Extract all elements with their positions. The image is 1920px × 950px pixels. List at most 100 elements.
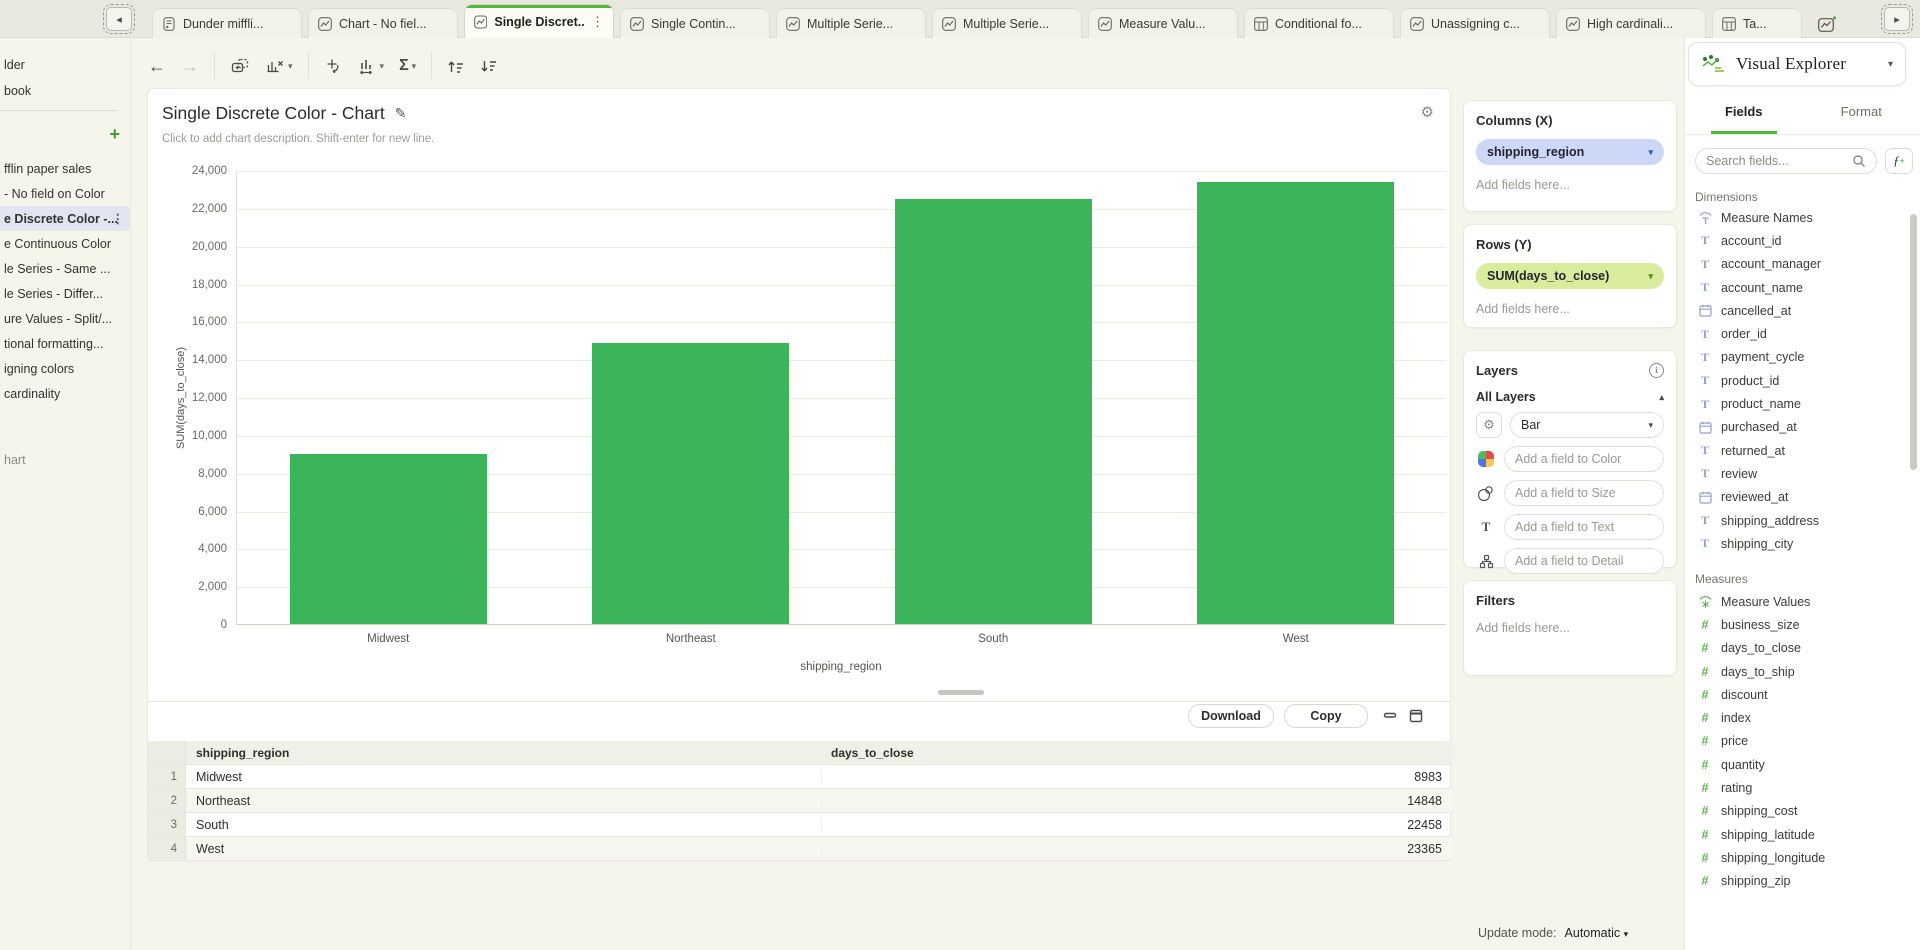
- clear-chart-button[interactable]: ▾: [265, 58, 293, 74]
- field-item-account_manager[interactable]: Taccount_manager: [1685, 253, 1909, 276]
- field-item-review[interactable]: Treview: [1685, 462, 1909, 485]
- field-item-price[interactable]: #price: [1685, 730, 1909, 753]
- field-item-purchased_at[interactable]: purchased_at: [1685, 416, 1909, 439]
- bar-midwest[interactable]: [290, 454, 487, 624]
- field-item-rating[interactable]: #rating: [1685, 776, 1909, 799]
- field-item-shipping_longitude[interactable]: #shipping_longitude: [1685, 846, 1909, 869]
- field-item-shipping_cost[interactable]: #shipping_cost: [1685, 800, 1909, 823]
- duplicate-chart-button[interactable]: [230, 57, 250, 75]
- field-item-quantity[interactable]: #quantity: [1685, 753, 1909, 776]
- bar-northeast[interactable]: [592, 343, 789, 624]
- rows-field-pill[interactable]: SUM(days_to_close) ▾: [1476, 263, 1664, 289]
- tab-multiple-serie[interactable]: Multiple Serie...: [776, 8, 926, 38]
- sort-descending-button[interactable]: [480, 59, 498, 74]
- chart-type-select[interactable]: Bar ▾: [1510, 412, 1664, 438]
- tab-menu-kebab-icon[interactable]: ⋮: [591, 15, 604, 28]
- expand-results-icon[interactable]: [1408, 709, 1424, 723]
- sidebar-chart-item[interactable]: - No field on Color: [0, 181, 130, 206]
- undo-button[interactable]: ←: [148, 57, 166, 75]
- field-item-account_name[interactable]: Taccount_name: [1685, 276, 1909, 299]
- bar-size-button[interactable]: ▾: [357, 58, 385, 75]
- chart-title[interactable]: Single Discrete Color - Chart: [162, 103, 385, 124]
- chart-settings-gear-icon[interactable]: ⚙: [1421, 103, 1434, 121]
- field-item-days_to_ship[interactable]: #days_to_ship: [1685, 660, 1909, 683]
- columns-field-pill[interactable]: shipping_region ▾: [1476, 139, 1664, 165]
- tab-multiple-serie[interactable]: Multiple Serie...: [932, 8, 1082, 38]
- sidebar-chart-item[interactable]: ure Values - Split/...: [0, 306, 130, 331]
- sidebar-chart-item[interactable]: tional formatting...: [0, 331, 130, 356]
- add-field-to-color-dropzone[interactable]: Add a field to Color: [1504, 446, 1664, 472]
- search-fields-input[interactable]: Search fields...: [1695, 148, 1877, 174]
- tab-ta[interactable]: Ta...: [1712, 8, 1802, 38]
- field-item-payment_cycle[interactable]: Tpayment_cycle: [1685, 346, 1909, 369]
- expand-panel-button[interactable]: ▸: [1884, 7, 1910, 31]
- add-field-to-size-dropzone[interactable]: Add a field to Size: [1504, 480, 1664, 506]
- field-item-product_id[interactable]: Tproduct_id: [1685, 369, 1909, 392]
- sidebar-chart-item[interactable]: cardinality: [0, 381, 130, 406]
- tab-high-cardinali[interactable]: High cardinali...: [1556, 8, 1706, 38]
- redo-button[interactable]: →: [181, 57, 199, 75]
- tab-single-discret[interactable]: Single Discret...⋮: [464, 4, 614, 38]
- sidebar-item-kebab-icon[interactable]: ⋮: [112, 211, 125, 226]
- layer-settings-gear-icon[interactable]: ⚙: [1476, 412, 1502, 438]
- tab-conditional-fo[interactable]: Conditional fo...: [1244, 8, 1394, 38]
- sort-ascending-button[interactable]: [447, 59, 465, 74]
- add-chart-button[interactable]: +: [109, 124, 120, 145]
- bar-west[interactable]: [1197, 182, 1394, 624]
- field-item-business_size[interactable]: #business_size: [1685, 613, 1909, 636]
- table-row[interactable]: 1Midwest8983: [148, 765, 1452, 789]
- aggregate-button[interactable]: Σ ▾: [399, 57, 416, 75]
- tab-measure-valu[interactable]: Measure Valu...: [1088, 8, 1238, 38]
- field-item-shipping_zip[interactable]: #shipping_zip: [1685, 870, 1909, 893]
- update-mode-select[interactable]: Automatic ▾: [1565, 926, 1629, 940]
- sidebar-nav-item[interactable]: book: [0, 78, 130, 104]
- visual-explorer-menu[interactable]: Visual Explorer ▾: [1688, 42, 1906, 86]
- sidebar-chart-item[interactable]: le Series - Differ...: [0, 281, 130, 306]
- sidebar-chart-item[interactable]: e Continuous Color: [0, 231, 130, 256]
- field-item-returned_at[interactable]: Treturned_at: [1685, 439, 1909, 462]
- field-item-shipping_city[interactable]: Tshipping_city: [1685, 532, 1909, 555]
- table-row[interactable]: 4West23365: [148, 837, 1452, 861]
- sidebar-chart-item[interactable]: igning colors: [0, 356, 130, 381]
- field-item-measure-values[interactable]: Measure Values: [1685, 590, 1909, 613]
- add-field-to-text-dropzone[interactable]: Add a field to Text: [1504, 514, 1664, 540]
- field-item-account_id[interactable]: Taccount_id: [1685, 229, 1909, 252]
- collapse-sidebar-button[interactable]: ◂: [106, 7, 132, 31]
- tab-chart-no-fiel[interactable]: Chart - No fiel...: [308, 8, 458, 38]
- collapse-results-icon[interactable]: [1382, 709, 1398, 721]
- field-item-days_to_close[interactable]: #days_to_close: [1685, 637, 1909, 660]
- tab-unassigning-c[interactable]: Unassigning c...: [1400, 8, 1550, 38]
- download-button[interactable]: Download: [1188, 704, 1274, 728]
- sidebar-item-truncated[interactable]: hart: [0, 447, 130, 472]
- columns-add-fields-dropzone[interactable]: Add fields here...: [1476, 178, 1664, 192]
- rows-add-fields-dropzone[interactable]: Add fields here...: [1476, 302, 1664, 316]
- sidebar-chart-item[interactable]: fflin paper sales: [0, 156, 130, 181]
- column-header[interactable]: days_to_close: [821, 746, 1452, 760]
- new-calculated-field-button[interactable]: ƒ+: [1885, 148, 1913, 174]
- tab-fields[interactable]: Fields: [1685, 98, 1803, 134]
- sidebar-chart-item[interactable]: e Discrete Color -...⋮: [0, 206, 130, 231]
- tab-dunder-miffli[interactable]: Dunder miffli...: [152, 8, 302, 38]
- field-item-measure-names[interactable]: Measure Names: [1685, 206, 1909, 229]
- filters-add-fields-dropzone[interactable]: Add fields here...: [1476, 621, 1664, 635]
- all-layers-row[interactable]: All Layers ▴: [1476, 390, 1664, 404]
- info-icon[interactable]: i: [1649, 363, 1664, 378]
- add-field-to-detail-dropzone[interactable]: Add a field to Detail: [1504, 548, 1664, 574]
- bar-south[interactable]: [895, 199, 1092, 624]
- table-row[interactable]: 2Northeast14848: [148, 789, 1452, 813]
- table-row[interactable]: 3South22458: [148, 813, 1452, 837]
- sidebar-nav-item[interactable]: lder: [0, 52, 130, 78]
- column-header[interactable]: shipping_region: [186, 746, 821, 760]
- field-item-order_id[interactable]: Torder_id: [1685, 322, 1909, 345]
- copy-button[interactable]: Copy: [1284, 704, 1368, 728]
- tab-format[interactable]: Format: [1803, 98, 1920, 134]
- edit-title-icon[interactable]: ✎: [395, 105, 407, 122]
- sidebar-chart-item[interactable]: le Series - Same ...: [0, 256, 130, 281]
- field-item-shipping_address[interactable]: Tshipping_address: [1685, 509, 1909, 532]
- field-item-index[interactable]: #index: [1685, 706, 1909, 729]
- field-item-cancelled_at[interactable]: cancelled_at: [1685, 299, 1909, 322]
- tab-single-contin[interactable]: Single Contin...: [620, 8, 770, 38]
- horizontal-scrollbar-thumb[interactable]: [938, 690, 984, 695]
- new-chart-tab-button[interactable]: [1808, 10, 1848, 38]
- chart-description-placeholder[interactable]: Click to add chart description. Shift-en…: [162, 133, 434, 145]
